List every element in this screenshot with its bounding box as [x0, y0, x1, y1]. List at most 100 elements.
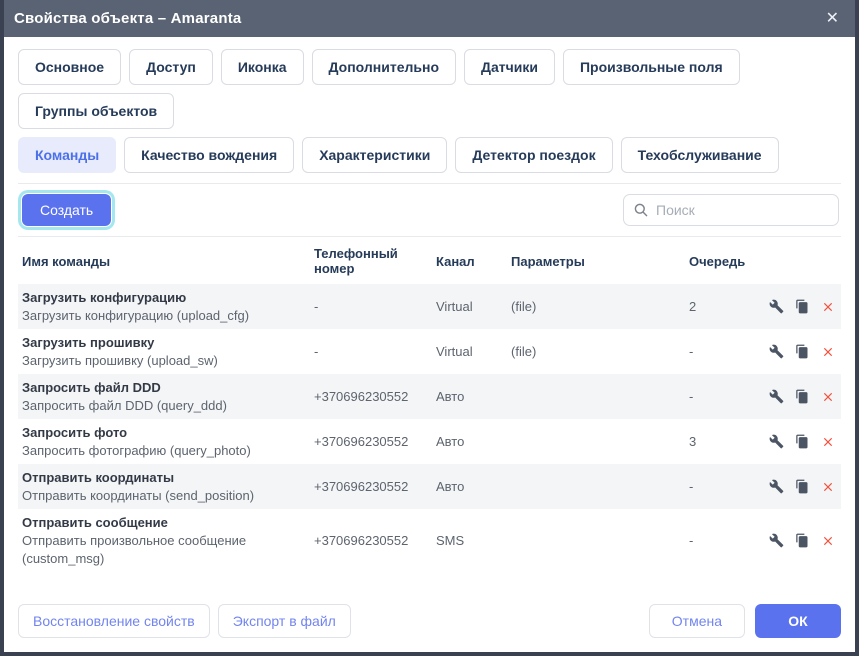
copy-icon: [795, 299, 810, 314]
wrench-icon: [769, 299, 784, 314]
command-channel: SMS: [436, 533, 511, 548]
command-name: Запросить файл DDD: [22, 379, 314, 397]
command-queue: -: [689, 533, 769, 548]
command-channel: Virtual: [436, 299, 511, 314]
copy-icon: [795, 344, 810, 359]
command-queue: -: [689, 389, 769, 404]
command-queue: 3: [689, 434, 769, 449]
edit-command-icon[interactable]: [769, 479, 784, 494]
search-icon: [633, 202, 649, 218]
command-name: Отправить координаты: [22, 469, 314, 487]
tab[interactable]: Иконка: [221, 49, 304, 85]
command-queue: 2: [689, 299, 769, 314]
table-row: Загрузить прошивку Загрузить прошивку (u…: [18, 329, 841, 374]
wrench-icon: [769, 434, 784, 449]
column-header-params: Параметры: [511, 254, 689, 269]
command-queue: -: [689, 344, 769, 359]
copy-command-icon[interactable]: [795, 389, 810, 404]
copy-icon: [795, 479, 810, 494]
command-channel: Virtual: [436, 344, 511, 359]
edit-command-icon[interactable]: [769, 434, 784, 449]
tab[interactable]: Характеристики: [302, 137, 447, 173]
tab[interactable]: Детектор поездок: [455, 137, 612, 173]
command-description: Запросить файл DDD (query_ddd): [22, 397, 314, 415]
delete-command-icon[interactable]: [821, 534, 835, 548]
tab[interactable]: Техобслуживание: [621, 137, 779, 173]
create-command-button[interactable]: Создать: [22, 194, 111, 226]
command-phone: +370696230552: [314, 434, 436, 449]
delete-command-icon[interactable]: [821, 480, 835, 494]
restore-properties-button[interactable]: Восстановление свойств: [18, 604, 210, 638]
column-header-name: Имя команды: [22, 254, 314, 269]
column-header-channel: Канал: [436, 254, 511, 269]
edit-command-icon[interactable]: [769, 533, 784, 548]
command-phone: +370696230552: [314, 533, 436, 548]
copy-icon: [795, 434, 810, 449]
copy-command-icon[interactable]: [795, 434, 810, 449]
command-description: Загрузить конфигурацию (upload_cfg): [22, 307, 314, 325]
wrench-icon: [769, 479, 784, 494]
search-box: [623, 194, 839, 226]
tab[interactable]: Произвольные поля: [563, 49, 740, 85]
close-x-icon: [821, 534, 835, 548]
tab[interactable]: Группы объектов: [18, 93, 174, 129]
tab[interactable]: Качество вождения: [124, 137, 294, 173]
tab[interactable]: Основное: [18, 49, 121, 85]
command-queue: -: [689, 479, 769, 494]
wrench-icon: [769, 533, 784, 548]
tab[interactable]: Доступ: [129, 49, 213, 85]
copy-icon: [795, 389, 810, 404]
delete-command-icon[interactable]: [821, 345, 835, 359]
copy-command-icon[interactable]: [795, 299, 810, 314]
delete-command-icon[interactable]: [821, 435, 835, 449]
tabs-row-2: Команды Качество вождения Характеристики…: [18, 137, 841, 181]
command-description: Запросить фотографию (query_photo): [22, 442, 314, 460]
command-params: (file): [511, 344, 689, 359]
command-phone: -: [314, 344, 436, 359]
empty-area: [18, 572, 841, 596]
command-description: Отправить координаты (send_position): [22, 487, 314, 505]
close-x-icon: [821, 300, 835, 314]
table-row: Отправить координаты Отправить координат…: [18, 464, 841, 509]
delete-command-icon[interactable]: [821, 390, 835, 404]
delete-command-icon[interactable]: [821, 300, 835, 314]
column-header-phone: Телефонный номер: [314, 246, 436, 276]
command-name: Загрузить прошивку: [22, 334, 314, 352]
command-channel: Авто: [436, 434, 511, 449]
ok-button[interactable]: ОК: [755, 604, 841, 638]
table-row: Загрузить конфигурацию Загрузить конфигу…: [18, 284, 841, 329]
copy-command-icon[interactable]: [795, 344, 810, 359]
tab[interactable]: Команды: [18, 137, 116, 173]
copy-command-icon[interactable]: [795, 533, 810, 548]
edit-command-icon[interactable]: [769, 299, 784, 314]
table-row: Запросить файл DDD Запросить файл DDD (q…: [18, 374, 841, 419]
edit-command-icon[interactable]: [769, 344, 784, 359]
command-phone: +370696230552: [314, 479, 436, 494]
dialog-title: Свойства объекта – Amaranta: [14, 10, 241, 27]
tab[interactable]: Датчики: [464, 49, 555, 85]
cancel-button[interactable]: Отмена: [649, 604, 745, 638]
command-name: Загрузить конфигурацию: [22, 289, 314, 307]
dialog-header: Свойства объекта – Amaranta ✕: [0, 0, 859, 37]
close-x-icon: [821, 480, 835, 494]
dialog-footer: Восстановление свойств Экспорт в файл От…: [18, 596, 841, 642]
edit-command-icon[interactable]: [769, 389, 784, 404]
command-channel: Авто: [436, 479, 511, 494]
commands-table: Имя команды Телефонный номер Канал Парам…: [18, 236, 841, 572]
copy-command-icon[interactable]: [795, 479, 810, 494]
close-x-icon: [821, 435, 835, 449]
search-input[interactable]: [623, 194, 839, 226]
close-x-icon: [821, 390, 835, 404]
table-header: Имя команды Телефонный номер Канал Парам…: [18, 237, 841, 284]
dialog-body: Основное Доступ Иконка Дополнительно Дат…: [4, 37, 855, 652]
export-to-file-button[interactable]: Экспорт в файл: [218, 604, 351, 638]
table-row: Отправить сообщение Отправить произвольн…: [18, 509, 841, 572]
tab[interactable]: Дополнительно: [312, 49, 456, 85]
copy-icon: [795, 533, 810, 548]
command-name: Отправить сообщение: [22, 514, 314, 532]
close-icon[interactable]: ✕: [820, 7, 845, 31]
wrench-icon: [769, 389, 784, 404]
object-properties-dialog: Свойства объекта – Amaranta ✕ Основное Д…: [0, 0, 859, 656]
command-description: Отправить произвольное сообщение (custom…: [22, 532, 314, 567]
command-description: Загрузить прошивку (upload_sw): [22, 352, 314, 370]
